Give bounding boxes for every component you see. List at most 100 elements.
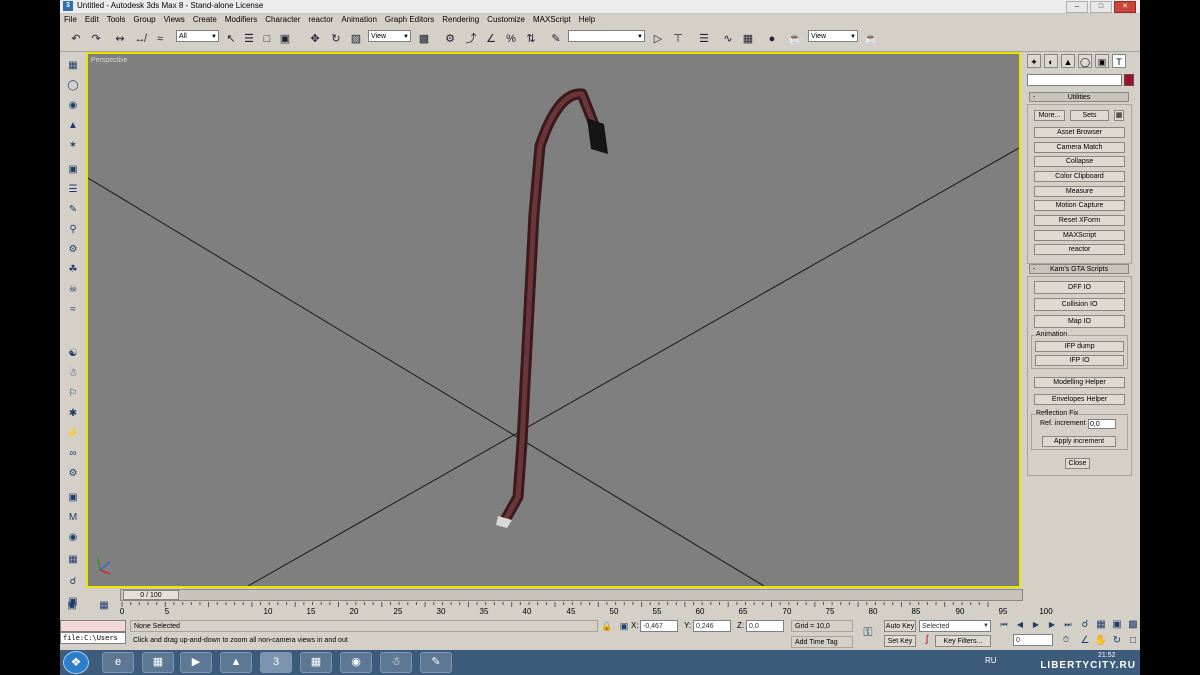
previous-frame-icon[interactable]: ◀ [1012,617,1028,633]
archive-icon[interactable]: ▦ [300,652,332,673]
menu-rendering[interactable]: Rendering [438,14,483,26]
space-warp-icon[interactable]: ☘ [65,262,81,278]
curve-editor-icon[interactable]: ∿ [720,31,736,47]
dff-io-button[interactable]: DFF IO [1034,281,1125,294]
maxscript-listener[interactable]: file:C:\Users [60,632,126,644]
select-and-manipulate-icon[interactable]: ⚙ [442,31,458,47]
3ds-max-taskbar-icon[interactable]: 3 [260,652,292,673]
auto-key-button[interactable]: Auto Key [884,620,916,632]
hierarchy-tab-icon[interactable]: ▲ [1061,54,1075,68]
zoom-extents-all-icon[interactable]: ▣ [1109,617,1125,633]
camera-icon[interactable]: ▣ [65,162,81,178]
crowbar-object[interactable] [496,88,608,528]
clock[interactable]: 21:52 [1098,652,1116,659]
window-crossing-icon[interactable]: ▣ [277,31,293,47]
field-of-view-icon[interactable]: ∠ [1077,633,1093,649]
perspective-viewport[interactable]: Perspective [86,52,1021,588]
create-sphere-icon[interactable]: ◉ [65,98,81,114]
lock-selection-icon[interactable]: 🔒 [599,618,615,634]
sets-button[interactable]: Sets [1070,110,1109,121]
edit-named-selections-icon[interactable]: ✎ [548,31,564,47]
more-button[interactable]: More... [1034,110,1065,121]
time-slider-thumb[interactable]: 0 / 100 [123,590,179,600]
viewport-capture-icon[interactable]: ▣ [64,598,80,614]
object-name-field[interactable] [1027,74,1122,86]
file-explorer-icon[interactable]: ▦ [142,652,174,673]
key-icon-red[interactable]: ∫ [919,632,935,648]
maximize-button[interactable]: □ [1090,1,1112,13]
menu-help[interactable]: Help [575,14,599,26]
bind-space-warp-icon[interactable]: ≈ [152,31,168,47]
create-tab-icon[interactable]: ✦ [1027,54,1041,68]
close-button-panel[interactable]: Close [1065,458,1090,469]
select-and-link-icon[interactable]: ↭ [112,31,128,47]
aimp-icon[interactable]: ▲ [220,652,252,673]
menu-views[interactable]: Views [160,14,189,26]
layout-icon[interactable]: ▦ [65,552,81,568]
collision-io-button[interactable]: Collision IO [1034,298,1125,311]
track-bar[interactable]: 0 5 10 15 20 25 30 35 40 45 50 55 60 65 … [120,602,1053,618]
helper-icon[interactable]: ⚙ [65,242,81,258]
scale-icon[interactable]: ▨ [348,31,364,47]
time-configuration-icon[interactable]: ⏱ [1058,632,1074,648]
bone-icon[interactable]: ⚲ [65,222,81,238]
zoom-all-icon[interactable]: ▦ [1093,617,1109,633]
material-editor-icon[interactable]: ● [764,31,780,47]
reset-xform-button[interactable]: Reset XForm [1034,215,1125,226]
menu-file[interactable]: File [60,14,81,26]
modelling-helper-button[interactable]: Modelling Helper [1034,377,1125,388]
menu-animation[interactable]: Animation [337,14,381,26]
schematic-view-icon[interactable]: ▦ [740,31,756,47]
mirror-icon[interactable]: ▷ [650,31,666,47]
measure-button[interactable]: Measure [1034,186,1125,197]
select-object-icon[interactable]: ↖ [223,31,239,47]
selection-filter-dropdown[interactable]: All ▼ [176,30,219,42]
menu-reactor[interactable]: reactor [304,14,337,26]
move-icon[interactable]: ✥ [307,31,323,47]
selection-region-icon[interactable]: □ [259,31,275,47]
create-cylinder-icon[interactable]: ◯ [65,78,81,94]
menu-create[interactable]: Create [189,14,221,26]
utilities-tab-icon[interactable]: T [1112,54,1126,68]
play-icon[interactable]: ▶ [1028,617,1044,633]
kams-rollout-header[interactable]: - Kam's GTA Scripts [1029,264,1129,274]
map-io-button[interactable]: Map IO [1034,315,1125,328]
motion-tab-icon[interactable]: ◯ [1078,54,1092,68]
layers-icon[interactable]: ☰ [65,182,81,198]
ref-increment-spinner[interactable]: 0,0 [1088,419,1116,429]
create-plane-icon[interactable]: ▲ [65,118,81,134]
ref-coord-dropdown[interactable]: View ▼ [368,30,411,42]
quick-render-icon[interactable]: ☕ [863,31,879,47]
game-icon[interactable]: ☃ [380,652,412,673]
select-by-name-icon[interactable]: ☰ [241,31,257,47]
percent-snap-icon[interactable]: % [503,31,519,47]
render-scene-icon[interactable]: ☕ [787,31,803,47]
pan-view-icon[interactable]: ✋ [1093,633,1109,649]
maxscript-button[interactable]: MAXScript [1034,230,1125,241]
menu-character[interactable]: Character [261,14,304,26]
add-time-tag[interactable]: Add Time Tag [791,636,853,648]
menu-tools[interactable]: Tools [103,14,130,26]
spring-icon[interactable]: ∞ [65,446,81,462]
asset-browser-button[interactable]: Asset Browser [1034,127,1125,138]
chrome-icon[interactable]: ◉ [340,652,372,673]
layer-manager-icon[interactable]: ☰ [696,31,712,47]
menu-edit[interactable]: Edit [81,14,103,26]
3ds-max-icon[interactable]: 3 [63,1,73,11]
y-coordinate-field[interactable]: 0,246 [693,620,731,632]
align-icon[interactable]: ⊤ [670,31,686,47]
collapse-button[interactable]: Collapse [1034,156,1125,167]
dynamics-icon[interactable]: ☯ [65,346,81,362]
internet-explorer-icon[interactable]: e [102,652,134,673]
media-player-icon[interactable]: ▶ [180,652,212,673]
next-frame-icon[interactable]: ▶ [1044,617,1060,633]
absolute-mode-icon[interactable]: ▣ [616,618,632,634]
menu-graph-editors[interactable]: Graph Editors [381,14,438,26]
pivot-center-icon[interactable]: ▩ [416,31,432,47]
utilities-rollout-header[interactable]: - Utilities [1029,92,1129,102]
menu-group[interactable]: Group [129,14,159,26]
maximize-viewport-icon[interactable]: □ [1125,633,1140,649]
motor-icon[interactable]: ⚙ [65,466,81,482]
menu-maxscript[interactable]: MAXScript [529,14,575,26]
zoom-extents-icon[interactable]: ☌ [65,574,81,590]
